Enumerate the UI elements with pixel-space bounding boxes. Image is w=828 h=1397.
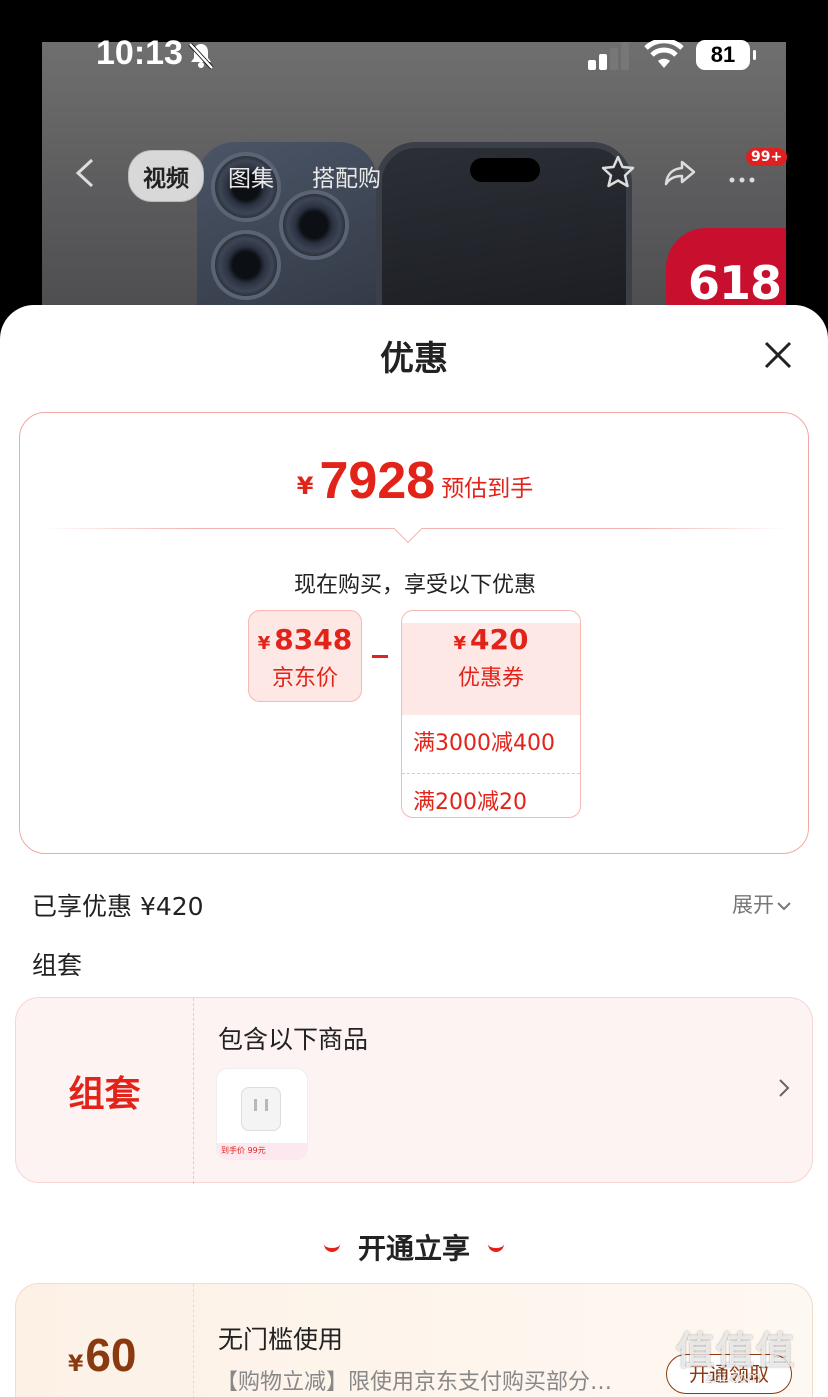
clock: 10:13 [96, 34, 183, 72]
thumbnail-caption: 到手价 99元 [217, 1143, 307, 1159]
share-icon[interactable] [660, 152, 700, 192]
product-top-nav: 视频 图集 搭配购 [0, 146, 828, 202]
expand-toggle[interactable]: 展开 [732, 889, 792, 919]
wifi-icon [644, 40, 684, 68]
discount-sheet: 优惠 ¥7928 预估到手 现在购买，享受以下优惠 ¥8348 京东价 ¥420 … [0, 305, 828, 1397]
tab-video[interactable]: 视频 [128, 150, 204, 202]
currency-symbol: ¥ [453, 633, 467, 654]
sheet-title: 优惠 [380, 339, 448, 379]
open-benefits-heading: 开通立享 [0, 1227, 828, 1267]
bundle-item-thumbnail[interactable]: 到手价 99元 [216, 1068, 308, 1160]
media-tabs: 视频 图集 搭配购 [128, 150, 395, 202]
jd-price-amount: 8348 [274, 623, 353, 656]
jd-price-box: ¥8348 京东价 [248, 610, 362, 702]
bundle-tag: 组套 [16, 998, 194, 1184]
close-icon[interactable] [762, 339, 794, 371]
plus-coupon-desc: 【购物立减】限使用京东支付购买部分… [216, 1370, 613, 1395]
currency-symbol: ¥ [257, 633, 271, 654]
chevron-down-icon [777, 902, 791, 911]
price-breakdown-card: ¥7928 预估到手 现在购买，享受以下优惠 ¥8348 京东价 ¥420 优惠券… [19, 412, 809, 854]
coupon-rule: 满200减20 [402, 773, 580, 817]
status-bar: 10:13 81 [0, 0, 828, 110]
enjoyed-discount-text: 已享优惠 ¥420 [32, 892, 204, 921]
bundle-heading: 组套 [32, 951, 83, 980]
tab-gallery[interactable]: 图集 [214, 151, 288, 201]
signal-icon [588, 42, 629, 70]
coupon-box: ¥420 优惠券 满3000减400 满200减20 [401, 610, 581, 818]
plus-coupon-amount: 60 [85, 1329, 137, 1381]
bundle-title: 包含以下商品 [218, 1025, 369, 1054]
coupon-rule: 满3000减400 [413, 731, 555, 756]
favorite-star-icon[interactable] [598, 152, 638, 192]
back-arrow-icon[interactable] [70, 156, 100, 190]
estimated-amount: 7928 [319, 452, 436, 510]
plus-coupon-title: 无门槛使用 [218, 1325, 344, 1354]
divider-notch [393, 514, 423, 544]
estimated-price: ¥7928 预估到手 [20, 451, 810, 511]
smile-decoration [488, 1244, 504, 1252]
open-benefits-text: 开通立享 [357, 1232, 470, 1265]
currency-symbol: ¥ [68, 1352, 84, 1377]
minus-sign [372, 655, 388, 658]
watermark-domain: zhi.com [706, 1370, 761, 1386]
screen: 618 10:13 81 视频 图集 搭配购 99+ 优惠 ¥ 7928 预估到… [0, 0, 828, 1397]
estimated-label: 预估到手 [441, 476, 534, 502]
buy-now-text: 现在购买，享受以下优惠 [293, 573, 536, 598]
bundle-card[interactable]: 组套 包含以下商品 到手价 99元 [15, 997, 813, 1184]
smile-decoration [323, 1244, 340, 1252]
tab-bundle-buy[interactable]: 搭配购 [298, 151, 395, 201]
currency-symbol: ¥ [296, 472, 314, 500]
coupon-amount: 420 [470, 623, 529, 656]
jd-price-label: 京东价 [271, 666, 338, 691]
watermark-logo: 值值值 [676, 1329, 797, 1373]
silent-bell-icon [188, 42, 214, 70]
expand-label: 展开 [732, 893, 774, 917]
message-count-badge: 99+ [746, 148, 788, 166]
coupon-label: 优惠券 [457, 666, 524, 691]
battery-indicator: 81 [696, 40, 756, 70]
chevron-right-icon [779, 1079, 790, 1097]
plus-coupon-value: ¥60 [16, 1284, 194, 1397]
power-adapter-image [241, 1087, 281, 1131]
